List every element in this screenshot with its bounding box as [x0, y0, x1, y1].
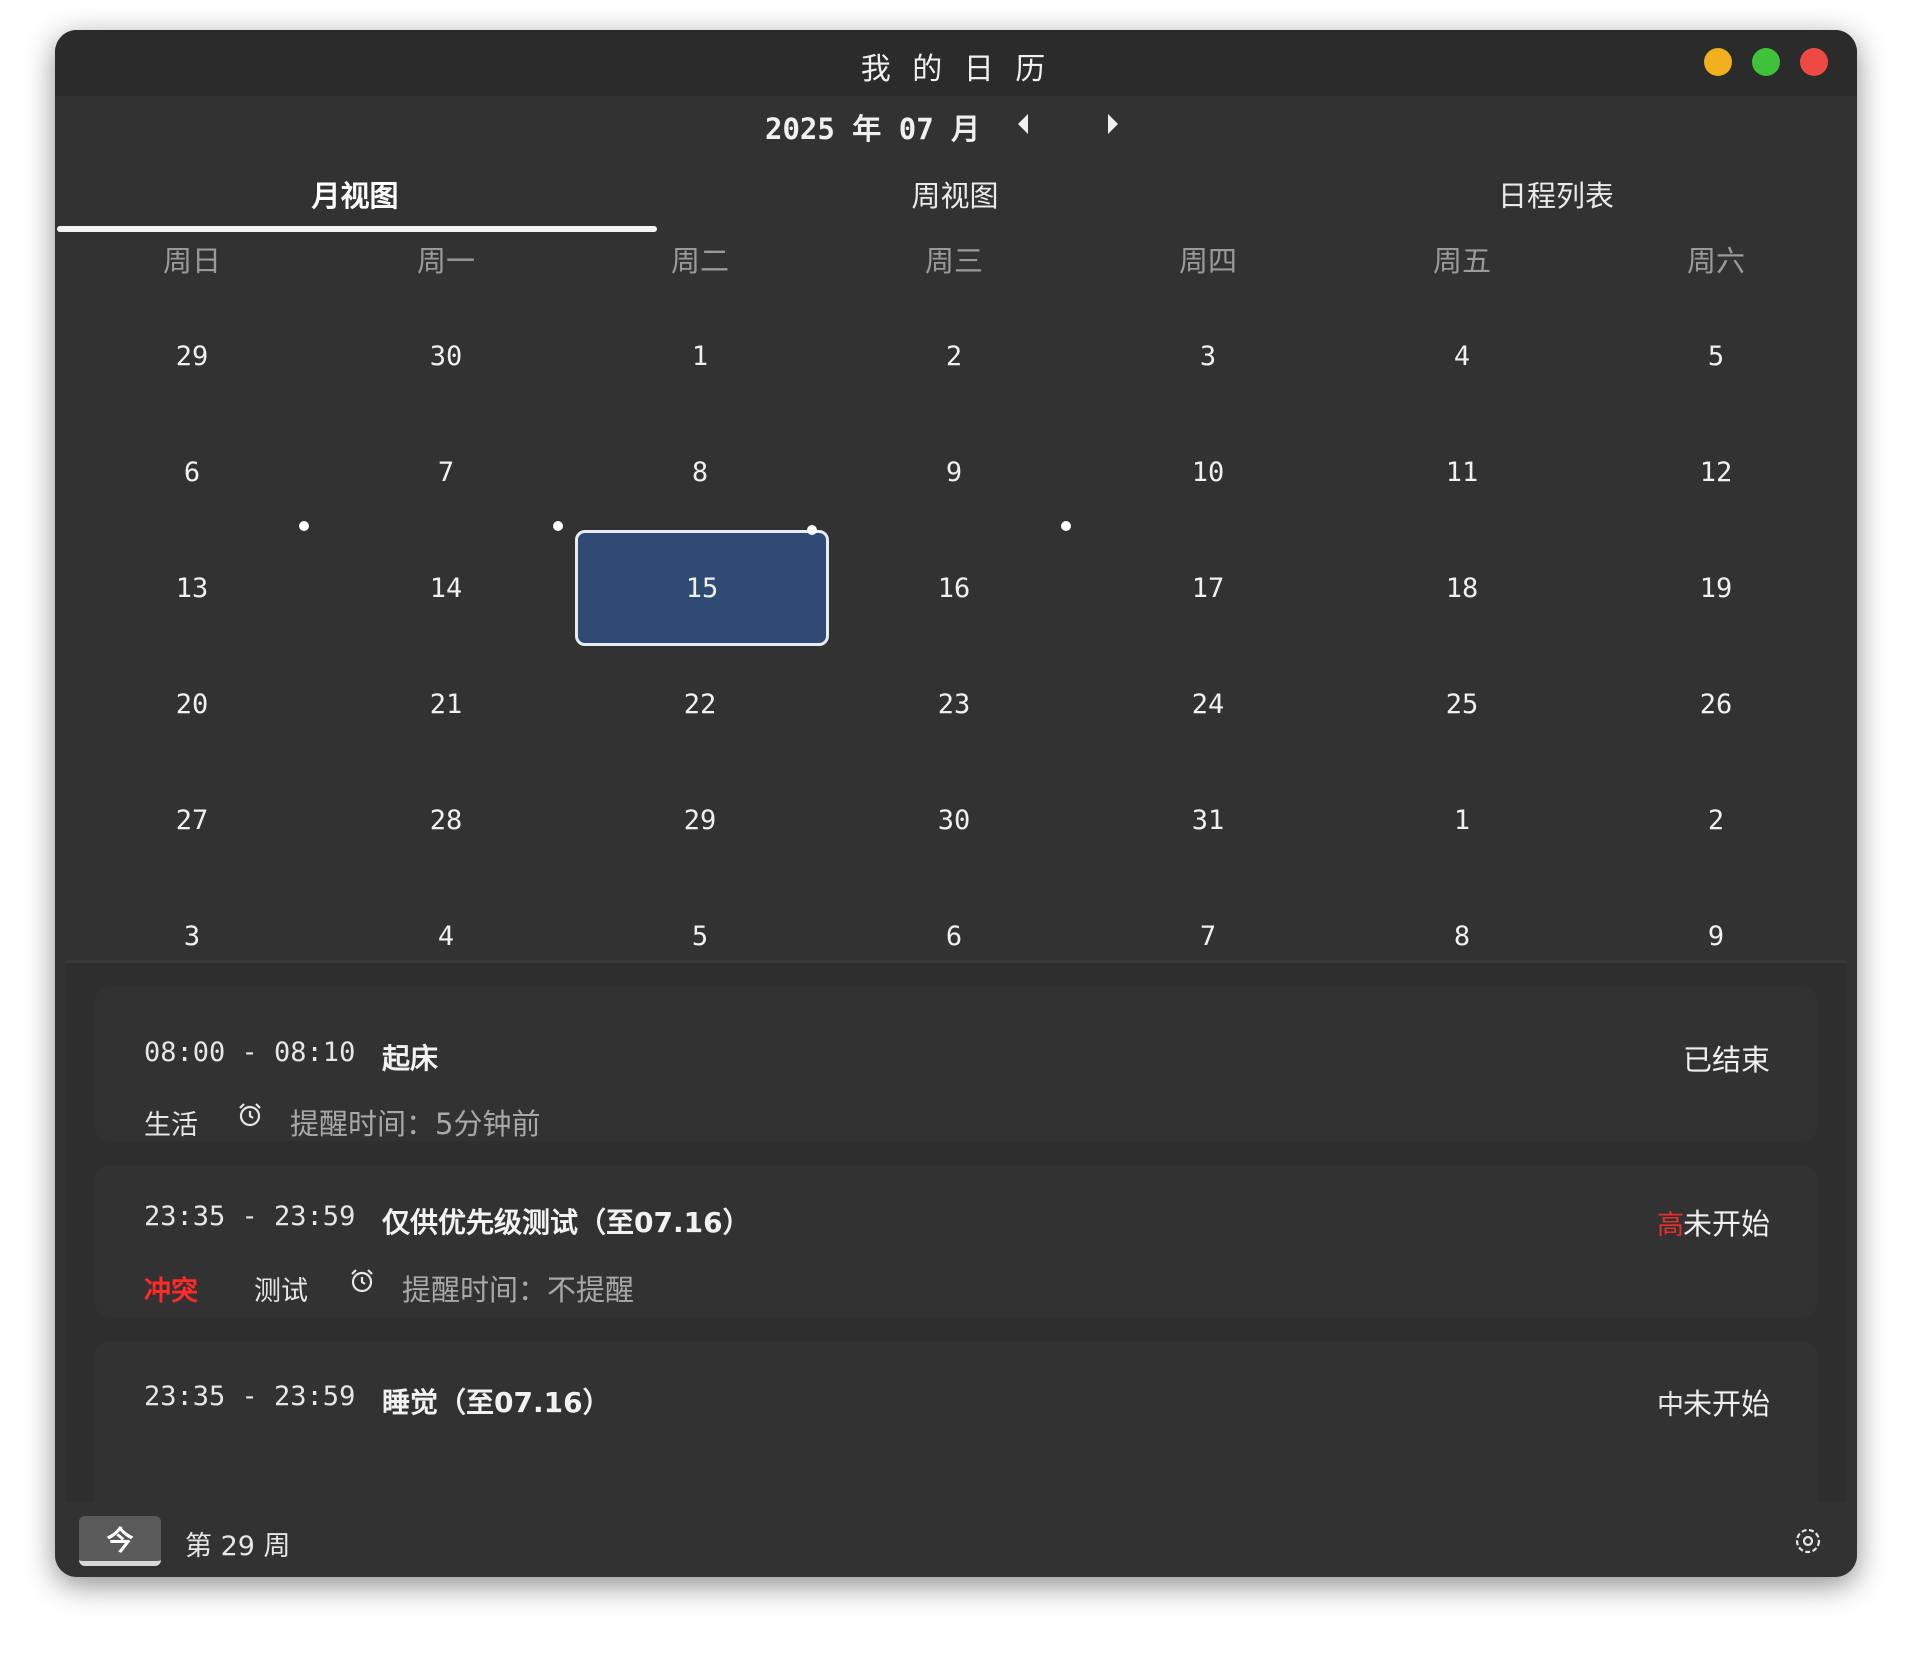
- event-priority: 高: [1657, 1210, 1684, 1241]
- event-category: 生活: [144, 1110, 198, 1141]
- calendar-day[interactable]: 13: [65, 530, 319, 646]
- calendar-day[interactable]: 31: [1081, 762, 1335, 878]
- calendar-day[interactable]: 21: [319, 646, 573, 762]
- calendar-day[interactable]: 16: [827, 530, 1081, 646]
- calendar-day[interactable]: 4: [1335, 298, 1589, 414]
- calendar-day[interactable]: 20: [65, 646, 319, 762]
- weekday-sun: 周日: [162, 244, 221, 278]
- event-card[interactable]: 23:35 - 23:59 睡觉（至07.16） 中 未开始: [94, 1341, 1818, 1505]
- calendar-day[interactable]: 26: [1589, 646, 1843, 762]
- calendar-day[interactable]: 17: [1081, 530, 1335, 646]
- calendar-day[interactable]: 7: [319, 414, 573, 530]
- event-status: 未开始: [1682, 1207, 1770, 1241]
- minimize-button[interactable]: [1704, 48, 1732, 76]
- view-tabs: 月视图 周视图 日程列表: [55, 158, 1857, 238]
- weekday-mon: 周一: [416, 244, 475, 278]
- calendar-day[interactable]: 19: [1589, 530, 1843, 646]
- calendar-day[interactable]: 2: [827, 298, 1081, 414]
- event-category: 测试: [254, 1276, 308, 1307]
- calendar-day[interactable]: 29: [65, 298, 319, 414]
- event-reminder: 提醒时间：不提醒: [402, 1273, 635, 1307]
- calendar-day[interactable]: 18: [1335, 530, 1589, 646]
- calendar-day[interactable]: 27: [65, 762, 319, 878]
- alarm-clock-icon: [351, 1269, 373, 1293]
- event-card[interactable]: 23:35 - 23:59 仅供优先级测试（至07.16） 高 未开始 冲突 测…: [94, 1165, 1818, 1317]
- calendar-day[interactable]: 30: [827, 762, 1081, 878]
- calendar-day[interactable]: 29: [573, 762, 827, 878]
- tab-schedule-list[interactable]: 日程列表: [1255, 158, 1857, 230]
- month-navigation: 2025 年 07 月: [55, 96, 1857, 158]
- event-time: 08:00 - 08:10: [144, 1037, 356, 1068]
- event-title: 睡觉（至07.16）: [382, 1386, 611, 1419]
- event-reminder: 提醒时间：5分钟前: [290, 1107, 541, 1141]
- footer-bar: 今 第 29 周: [55, 1502, 1857, 1577]
- weekday-tue: 周二: [670, 244, 729, 278]
- close-button[interactable]: [1800, 48, 1828, 76]
- today-button[interactable]: 今: [79, 1516, 161, 1566]
- calendar-day[interactable]: 23: [827, 646, 1081, 762]
- calendar-day[interactable]: 8: [573, 414, 827, 530]
- weekday-header: 周日 周一 周二 周三 周四 周五 周六: [55, 238, 1857, 298]
- calendar-day[interactable]: 12: [1589, 414, 1843, 530]
- next-month-icon[interactable]: [1108, 114, 1118, 134]
- calendar-day[interactable]: 9: [827, 414, 1081, 530]
- calendar-day[interactable]: 22: [573, 646, 827, 762]
- event-status: 未开始: [1682, 1387, 1770, 1421]
- event-dot-indicator: [299, 521, 309, 531]
- calendar-day-selected[interactable]: 15: [575, 530, 829, 646]
- calendar-day[interactable]: 10: [1081, 414, 1335, 530]
- current-month-label: 2025 年 07 月: [765, 112, 981, 146]
- calendar-day[interactable]: 14: [319, 530, 573, 646]
- day-agenda: 08:00 - 08:10 起床 已结束 生活 提醒时间：5分钟前 23:35 …: [66, 960, 1846, 1505]
- calendar-day[interactable]: 25: [1335, 646, 1589, 762]
- event-priority: 中: [1657, 1390, 1684, 1421]
- event-time: 23:35 - 23:59: [144, 1381, 356, 1412]
- event-title: 仅供优先级测试（至07.16）: [382, 1206, 751, 1239]
- calendar-day[interactable]: 5: [1589, 298, 1843, 414]
- weekday-thu: 周四: [1178, 244, 1237, 278]
- weekday-wed: 周三: [924, 244, 983, 278]
- active-tab-indicator: [57, 226, 657, 232]
- calendar-day[interactable]: 2: [1589, 762, 1843, 878]
- event-status: 已结束: [1682, 1043, 1770, 1077]
- prev-month-icon[interactable]: [1018, 114, 1028, 134]
- event-dot-indicator: [807, 525, 817, 535]
- event-conflict-badge: 冲突: [144, 1276, 198, 1307]
- alarm-clock-icon: [239, 1103, 261, 1127]
- calendar-day[interactable]: 30: [319, 298, 573, 414]
- event-dot-indicator: [553, 521, 563, 531]
- settings-icon[interactable]: [1793, 1526, 1823, 1556]
- weekday-sat: 周六: [1686, 244, 1745, 278]
- calendar-day[interactable]: 6: [65, 414, 319, 530]
- calendar-day[interactable]: 1: [1335, 762, 1589, 878]
- calendar-day[interactable]: 28: [319, 762, 573, 878]
- calendar-day[interactable]: 3: [1081, 298, 1335, 414]
- calendar-window: 我 的 日 历 2025 年 07 月 月视图 周视图 日程列表 周日 周一 周…: [55, 30, 1857, 1577]
- calendar-day[interactable]: 11: [1335, 414, 1589, 530]
- event-dot-indicator: [1061, 521, 1071, 531]
- event-time: 23:35 - 23:59: [144, 1201, 356, 1232]
- title-bar[interactable]: 我 的 日 历: [55, 30, 1857, 96]
- calendar-day[interactable]: 24: [1081, 646, 1335, 762]
- weekday-fri: 周五: [1432, 244, 1491, 278]
- event-title: 起床: [382, 1042, 439, 1075]
- maximize-button[interactable]: [1752, 48, 1780, 76]
- week-number-label: 第 29 周: [185, 1531, 291, 1562]
- calendar-day[interactable]: 1: [573, 298, 827, 414]
- event-card[interactable]: 08:00 - 08:10 起床 已结束 生活 提醒时间：5分钟前: [94, 987, 1818, 1141]
- tab-week-view[interactable]: 周视图: [655, 158, 1255, 230]
- tab-month-view[interactable]: 月视图: [55, 158, 655, 230]
- window-title: 我 的 日 历: [860, 52, 1052, 87]
